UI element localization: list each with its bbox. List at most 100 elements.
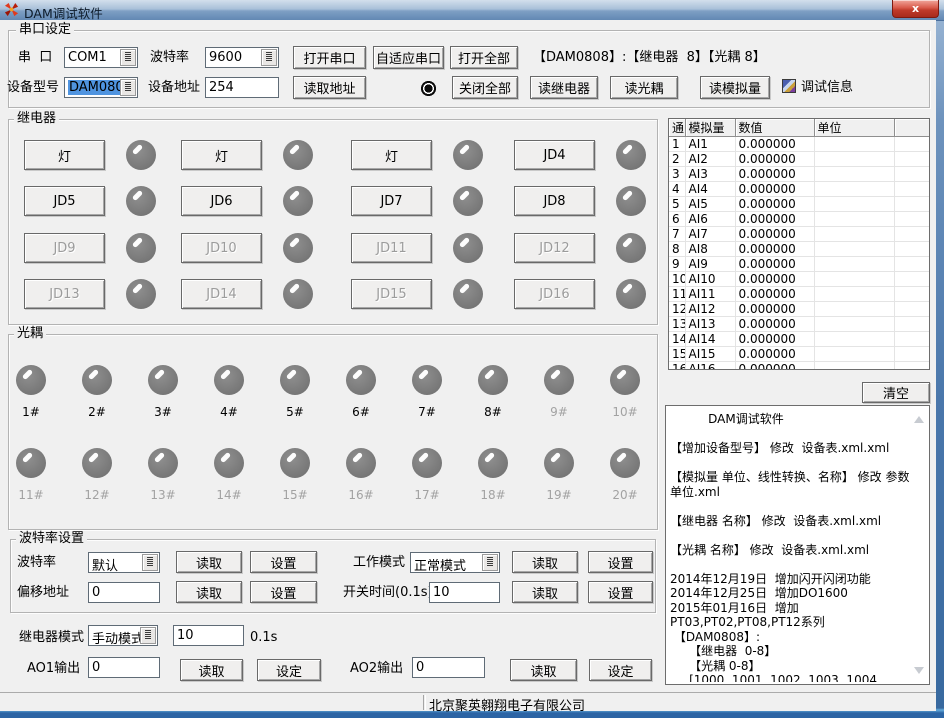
column-header-2[interactable]: 模拟量 [685,119,735,137]
relay-button-7[interactable]: JD7 [351,186,432,216]
column-header-5[interactable] [894,119,930,137]
clear-button[interactable]: 清空 [862,382,930,403]
opto-light-label-19: 19# [526,488,592,502]
scroll-up-icon[interactable] [914,416,924,423]
column-header-1[interactable]: 通 [669,119,685,137]
ao2-set-button[interactable]: 设定 [589,659,652,681]
relay-button-15: JD15 [351,279,432,309]
analog-row-3[interactable]: 3AI30.000000 [669,167,930,182]
work-mode-set-button[interactable]: 设置 [588,551,653,573]
analog-table[interactable]: 通模拟量数值单位 1AI10.0000002AI20.0000003AI30.0… [668,118,930,370]
ao1-set-button[interactable]: 设定 [257,659,321,681]
relay-button-5[interactable]: JD5 [24,186,105,216]
analog-row-1[interactable]: 1AI10.000000 [669,137,930,152]
dropdown-arrow-icon[interactable] [120,79,136,96]
relay-button-2[interactable]: 灯 [181,140,262,170]
analog-row-7[interactable]: 7AI70.000000 [669,227,930,242]
ao2-input[interactable] [412,657,485,678]
baud-read-button[interactable]: 读取 [176,551,242,573]
analog-row-15[interactable]: 15AI150.000000 [669,347,930,362]
baud-set-button[interactable]: 设置 [250,551,317,573]
relay-light-10 [283,233,313,263]
switch-time-input[interactable] [429,582,500,603]
relay-light-1 [126,140,156,170]
opto-light-label-7: 7# [394,405,460,419]
dropdown-arrow-icon[interactable] [482,554,498,571]
switch-time-set-button[interactable]: 设置 [588,581,653,603]
baud2-select[interactable]: 默认 [88,552,160,573]
read-relay-button[interactable]: 读继电器 [530,76,598,99]
relay-light-16 [616,279,646,309]
open-serial-button[interactable]: 打开串口 [293,46,366,69]
read-addr-button[interactable]: 读取地址 [293,76,366,99]
com-port-label: 串 口 [18,51,52,65]
offset-addr-input[interactable] [88,582,160,603]
close-all-button[interactable]: 关闭全部 [452,76,518,99]
work-mode-select[interactable]: 正常模式 [410,552,500,573]
analog-row-2[interactable]: 2AI20.000000 [669,152,930,167]
relay-light-14 [283,279,313,309]
dropdown-arrow-icon[interactable] [142,554,158,571]
baud-select[interactable]: 9600 [205,47,279,68]
analog-row-8[interactable]: 8AI80.000000 [669,242,930,257]
scroll-down-icon[interactable] [914,667,924,674]
offset-set-button[interactable]: 设置 [250,581,317,603]
relay-light-4 [616,140,646,170]
work-mode-read-button[interactable]: 读取 [512,551,578,573]
device-addr-input[interactable] [205,77,279,98]
work-mode-value: 正常模式 [414,555,466,574]
relay-button-14: JD14 [181,279,262,309]
adaptive-serial-button[interactable]: 自适应串口 [373,46,444,69]
analog-row-11[interactable]: 11AI110.000000 [669,287,930,302]
close-button[interactable]: x [892,0,939,18]
analog-row-16[interactable]: 16AI160.000000 [669,362,930,371]
ao1-input[interactable] [88,657,160,678]
app-window: DAM调试软件 x 串口设定 串 口 COM1 波特率 9600 打开串口 自适… [0,0,944,718]
analog-row-14[interactable]: 14AI140.000000 [669,332,930,347]
opto-group-title: 光耦 [14,327,46,341]
analog-row-6[interactable]: 6AI60.000000 [669,212,930,227]
opto-light-14 [214,448,244,478]
relay-light-5 [126,186,156,216]
offset-read-button[interactable]: 读取 [176,581,242,603]
dropdown-arrow-icon[interactable] [261,49,277,66]
relay-light-13 [126,279,156,309]
status-divider [423,695,426,710]
relay-button-4[interactable]: JD4 [514,140,595,170]
opto-light-label-18: 18# [460,488,526,502]
relay-mode-value: 手动模式 [92,628,144,647]
column-header-4[interactable]: 单位 [814,119,894,137]
device-model-select[interactable]: DAM0808 [64,77,138,98]
ao1-read-button[interactable]: 读取 [180,659,243,681]
analog-row-13[interactable]: 13AI130.000000 [669,317,930,332]
relay-button-1[interactable]: 灯 [24,140,105,170]
open-all-button[interactable]: 打开全部 [450,46,518,69]
relay-button-6[interactable]: JD6 [181,186,262,216]
read-analog-button[interactable]: 读模拟量 [700,76,770,99]
relay-button-8[interactable]: JD8 [514,186,595,216]
com-port-select[interactable]: COM1 [64,47,138,68]
relay-light-8 [616,186,646,216]
opto-light-label-12: 12# [64,488,130,502]
read-opto-button[interactable]: 读光耦 [610,76,678,99]
debug-info-icon[interactable] [782,79,796,93]
analog-row-4[interactable]: 4AI40.000000 [669,182,930,197]
analog-row-5[interactable]: 5AI50.000000 [669,197,930,212]
dropdown-arrow-icon[interactable] [140,627,156,644]
column-header-3[interactable]: 数值 [735,119,814,137]
analog-row-9[interactable]: 9AI90.000000 [669,257,930,272]
dropdown-arrow-icon[interactable] [120,49,136,66]
relay-light-11 [453,233,483,263]
analog-row-10[interactable]: 10AI100.000000 [669,272,930,287]
ao2-read-button[interactable]: 读取 [510,659,577,681]
relay-button-3[interactable]: 灯 [351,140,432,170]
analog-row-12[interactable]: 12AI120.000000 [669,302,930,317]
log-box[interactable]: DAM调试软件 【增加设备型号】 修改 设备表.xml.xml 【模拟量 单位、… [665,405,930,685]
app-icon [4,2,19,17]
switch-time-read-button[interactable]: 读取 [512,581,578,603]
relay-mode-select[interactable]: 手动模式 [88,625,158,646]
relay-button-12: JD12 [514,233,595,263]
opto-light-15 [280,448,310,478]
opto-light-9 [544,365,574,395]
relay-time-input[interactable] [173,625,244,646]
